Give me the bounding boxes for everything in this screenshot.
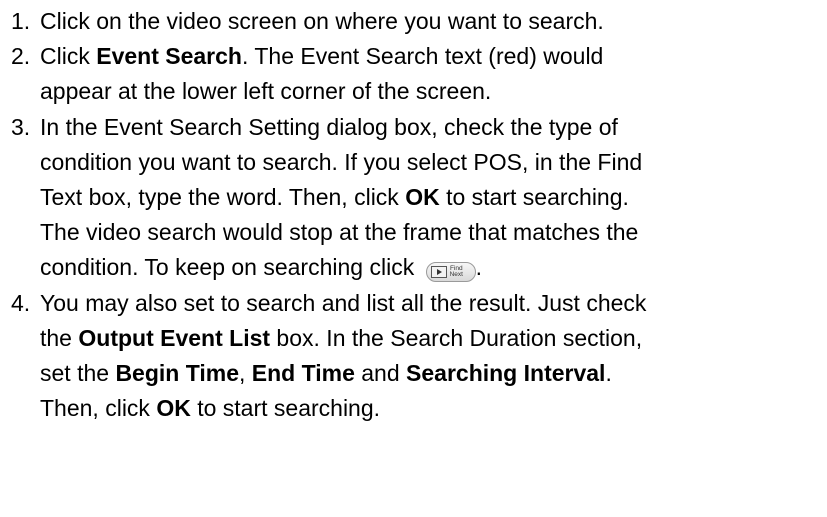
step-text: set the xyxy=(40,360,116,387)
step-text: You may also set to search and list all … xyxy=(40,289,647,316)
step-text: . xyxy=(605,360,612,387)
step-text: appear at the lower left corner of the s… xyxy=(40,78,492,105)
step-text: condition. To keep on searching click xyxy=(40,254,421,281)
begin-time-term: Begin Time xyxy=(115,360,239,387)
searching-interval-term: Searching Interval xyxy=(406,360,606,387)
step-text: condition you want to search. If you sel… xyxy=(40,148,643,175)
ok-term: OK xyxy=(405,184,440,211)
step-text: , xyxy=(238,360,252,387)
ok-term: OK xyxy=(156,395,191,422)
step-text: Click xyxy=(40,43,97,70)
step-text: to start searching. xyxy=(439,184,629,211)
step-number: 4. xyxy=(11,289,31,316)
step-1: 1. Click on the video screen on where yo… xyxy=(0,4,827,39)
step-2: 2. Click Event Search. The Event Search … xyxy=(0,39,827,109)
step-text: . xyxy=(475,254,482,281)
instruction-steps: 1. Click on the video screen on where yo… xyxy=(0,4,827,426)
step-text: Text box, type the word. Then, click xyxy=(40,184,406,211)
step-number: 3. xyxy=(11,113,31,140)
step-number: 1. xyxy=(11,8,31,34)
find-next-button[interactable]: Find Next xyxy=(425,262,476,283)
output-event-list-term: Output Event List xyxy=(78,324,271,351)
step-text: . The Event Search text (red) would xyxy=(241,43,604,70)
event-search-term: Event Search xyxy=(96,43,242,70)
step-text: Then, click xyxy=(40,395,157,422)
step-text: Click on the video screen on where you w… xyxy=(40,8,604,34)
step-number: 2. xyxy=(11,43,31,70)
find-next-icon xyxy=(430,266,447,279)
step-text: box. In the Search Duration section, xyxy=(270,324,643,351)
step-text: and xyxy=(354,360,407,387)
step-4: 4. You may also set to search and list a… xyxy=(0,286,827,427)
step-text: the xyxy=(40,324,79,351)
end-time-term: End Time xyxy=(251,360,355,387)
step-text: The video search would stop at the frame… xyxy=(40,219,639,246)
step-text: to start searching. xyxy=(190,395,381,422)
find-next-label: Find Next xyxy=(449,265,463,279)
step-text: In the Event Search Setting dialog box, … xyxy=(40,113,618,140)
next-label: Next xyxy=(449,271,463,279)
step-3: 3. In the Event Search Setting dialog bo… xyxy=(0,110,827,286)
